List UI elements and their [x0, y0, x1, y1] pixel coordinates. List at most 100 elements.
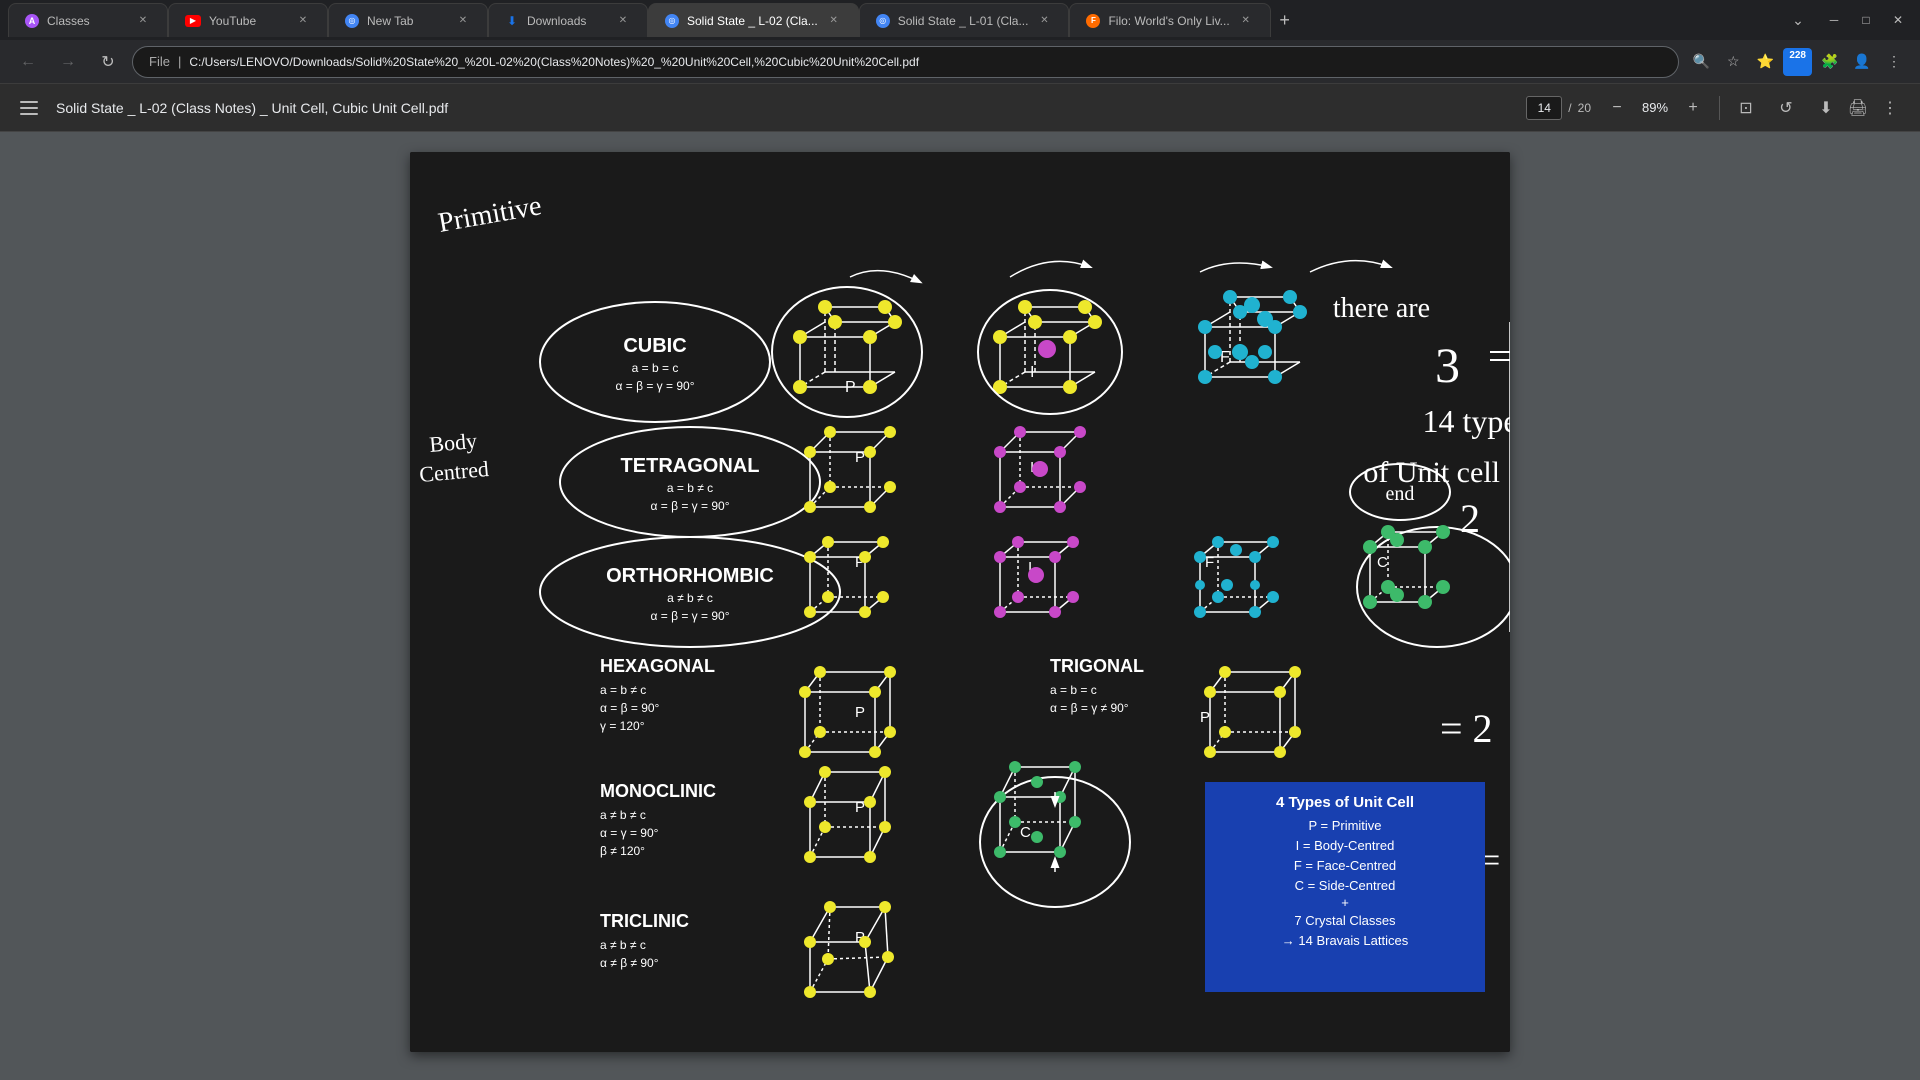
restore-button[interactable]: □ — [1852, 6, 1880, 34]
address-actions: 🔍 ☆ ⭐ 228 🧩 👤 ⋮ — [1687, 48, 1908, 76]
tab-youtube[interactable]: ▶ YouTube ✕ — [168, 3, 328, 37]
tab-label-solidstate2: Solid State _ L-02 (Cla... — [687, 14, 818, 28]
svg-text:ORTHORHOMBIC: ORTHORHOMBIC — [606, 565, 774, 587]
url-bar[interactable]: File | C:/Users/LENOVO/Downloads/Solid%2… — [132, 46, 1679, 78]
pdf-toolbar: Solid State _ L-02 (Class Notes) _ Unit … — [0, 84, 1920, 132]
svg-text:TETRAGONAL: TETRAGONAL — [621, 455, 760, 477]
tab-close-downloads[interactable]: ✕ — [615, 13, 631, 29]
svg-text:α ≠ β ≠ 90°: α ≠ β ≠ 90° — [600, 956, 659, 970]
tab-search-button[interactable]: ⌄ — [1784, 6, 1812, 34]
svg-text:4 Types of Unit Cell: 4 Types of Unit Cell — [1276, 794, 1414, 811]
tab-label-filo: Filo: World's Only Liv... — [1108, 14, 1229, 28]
svg-text:C = Side-Centred: C = Side-Centred — [1295, 878, 1396, 893]
svg-text:a = b ≠ c: a = b ≠ c — [600, 683, 646, 697]
pdf-page-controls: / 20 — [1526, 96, 1591, 120]
svg-text:β ≠ 120°: β ≠ 120° — [600, 844, 645, 858]
svg-text:I = Body-Centred: I = Body-Centred — [1296, 838, 1395, 853]
svg-text:MONOCLINIC: MONOCLINIC — [600, 781, 716, 801]
close-window-button[interactable]: ✕ — [1884, 6, 1912, 34]
tab-close-classes[interactable]: ✕ — [135, 13, 151, 29]
tab-downloads[interactable]: ⬇ Downloads ✕ — [488, 3, 648, 37]
hamburger-line1 — [20, 101, 38, 103]
svg-text:P: P — [1200, 709, 1210, 726]
page-number-input[interactable] — [1526, 96, 1562, 120]
svg-text:end: end — [1386, 483, 1415, 505]
tab-label-classes: Classes — [47, 14, 127, 28]
url-path: C:/Users/LENOVO/Downloads/Solid%20State%… — [189, 55, 919, 69]
bookmark-button[interactable]: ☆ — [1719, 48, 1747, 76]
tab-favicon-youtube: ▶ — [185, 15, 201, 27]
svg-text:α = β = γ ≠ 90°: α = β = γ ≠ 90° — [1050, 701, 1129, 715]
window-controls: ─ □ ✕ — [1820, 6, 1912, 34]
pdf-zoom-controls: − 89% + — [1603, 94, 1707, 122]
svg-text:P = Primitive: P = Primitive — [1308, 818, 1381, 833]
sidebar-toggle-button[interactable] — [16, 94, 44, 122]
extensions-button[interactable]: 🧩 — [1816, 48, 1844, 76]
tab-newtab[interactable]: ◎ New Tab ✕ — [328, 3, 488, 37]
svg-text:of Unit cell: of Unit cell — [1363, 456, 1500, 489]
hamburger-line3 — [20, 113, 38, 115]
tab-close-filo[interactable]: ✕ — [1238, 13, 1254, 29]
tab-close-solidstate2[interactable]: ✕ — [826, 13, 842, 29]
svg-text:= 2: = 2 — [1440, 706, 1493, 751]
page-total: 20 — [1578, 101, 1591, 115]
tab-close-newtab[interactable]: ✕ — [455, 13, 471, 29]
svg-text:a ≠ b ≠ c: a ≠ b ≠ c — [600, 938, 646, 952]
reload-button[interactable]: ↻ — [92, 46, 124, 78]
tab-close-youtube[interactable]: ✕ — [295, 13, 311, 29]
download-pdf-button[interactable]: ⬇ — [1812, 94, 1840, 122]
tab-filo[interactable]: F Filo: World's Only Liv... ✕ — [1069, 3, 1270, 37]
svg-text:P: P — [855, 704, 865, 721]
svg-text:C: C — [1020, 824, 1031, 841]
print-button[interactable]: 🖨 — [1844, 94, 1872, 122]
svg-text:HEXAGONAL: HEXAGONAL — [600, 656, 715, 676]
bookmark-icon[interactable]: ⭐ — [1751, 48, 1779, 76]
forward-button[interactable]: → — [52, 46, 84, 78]
svg-text:3: 3 — [1435, 337, 1460, 393]
tab-label-solidstate1: Solid State _ L-01 (Cla... — [898, 14, 1029, 28]
svg-text:+: + — [1341, 895, 1349, 910]
svg-text:Body: Body — [428, 428, 478, 457]
svg-text:CUBIC: CUBIC — [623, 335, 686, 357]
profile-badge[interactable]: 228 — [1783, 48, 1812, 76]
more-options-button[interactable]: ⋮ — [1880, 48, 1908, 76]
tab-favicon-solidstate1: ◎ — [876, 14, 890, 28]
tab-favicon-downloads: ⬇ — [505, 14, 519, 28]
svg-text:there are: there are — [1333, 293, 1430, 324]
minimize-button[interactable]: ─ — [1820, 6, 1848, 34]
new-tab-button[interactable]: + — [1271, 6, 1299, 34]
tab-bar: A Classes ✕ ▶ YouTube ✕ ◎ New Tab ✕ ⬇ Do… — [0, 0, 1920, 40]
zoom-in-button[interactable]: + — [1679, 94, 1707, 122]
more-pdf-options-button[interactable]: ⋮ — [1876, 94, 1904, 122]
tab-controls: ⌄ — [1784, 6, 1812, 34]
svg-text:α = β = γ = 90°: α = β = γ = 90° — [615, 379, 694, 393]
tab-label-youtube: YouTube — [209, 14, 287, 28]
svg-text:F = Face-Centred: F = Face-Centred — [1294, 858, 1396, 873]
tab-classes[interactable]: A Classes ✕ — [8, 3, 168, 37]
svg-text:a = b = c: a = b = c — [632, 361, 679, 375]
svg-text:a = b ≠ c: a = b ≠ c — [667, 481, 713, 495]
svg-text:TRICLINIC: TRICLINIC — [600, 911, 689, 931]
rotate-button[interactable]: ↺ — [1772, 94, 1800, 122]
tab-close-solidstate1[interactable]: ✕ — [1036, 13, 1052, 29]
back-button[interactable]: ← — [12, 46, 44, 78]
svg-text:7 Crystal Classes: 7 Crystal Classes — [1294, 913, 1396, 928]
svg-text:a ≠ b ≠ c: a ≠ b ≠ c — [667, 591, 713, 605]
zoom-value: 89% — [1635, 100, 1675, 115]
profile-button[interactable]: 👤 — [1848, 48, 1876, 76]
svg-text:C: C — [1377, 554, 1388, 571]
svg-text:a = b = c: a = b = c — [1050, 683, 1097, 697]
svg-text:α = γ = 90°: α = γ = 90° — [600, 826, 659, 840]
svg-text:α = β = 90°: α = β = 90° — [600, 701, 660, 715]
fit-page-button[interactable]: ⊡ — [1732, 94, 1760, 122]
tab-label-newtab: New Tab — [367, 14, 447, 28]
search-icon[interactable]: 🔍 — [1687, 48, 1715, 76]
svg-text:a ≠ b ≠ c: a ≠ b ≠ c — [600, 808, 646, 822]
tab-solidstate1[interactable]: ◎ Solid State _ L-01 (Cla... ✕ — [859, 3, 1070, 37]
toolbar-divider1 — [1719, 96, 1720, 120]
pdf-right-actions: ⬇ 🖨 ⋮ — [1812, 94, 1904, 122]
svg-text:TRIGONAL: TRIGONAL — [1050, 656, 1144, 676]
tab-label-downloads: Downloads — [527, 14, 607, 28]
tab-solidstate2[interactable]: ◎ Solid State _ L-02 (Cla... ✕ — [648, 3, 859, 37]
zoom-out-button[interactable]: − — [1603, 94, 1631, 122]
